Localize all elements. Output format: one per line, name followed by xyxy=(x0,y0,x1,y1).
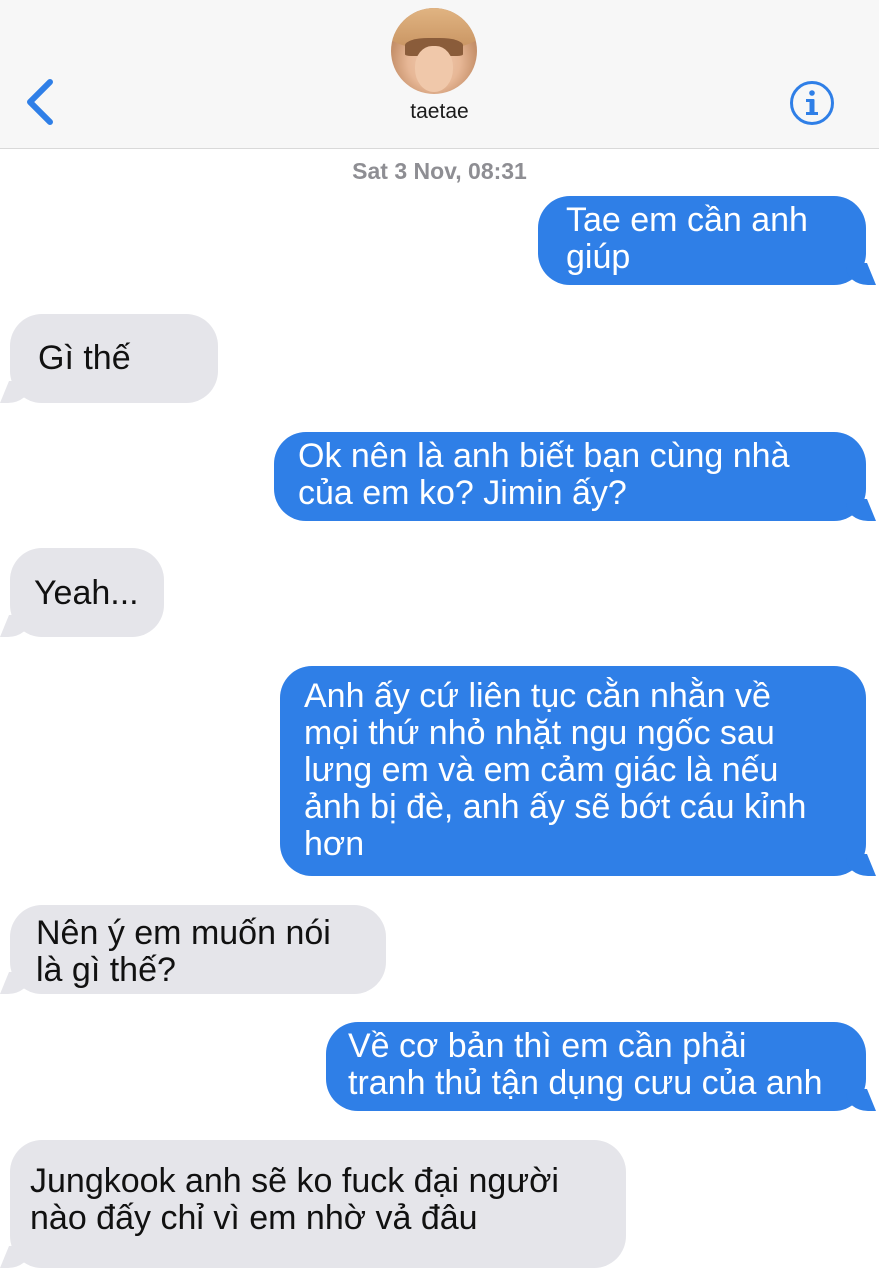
message-bubble-sent[interactable]: Về cơ bản thì em cần phải tranh thủ tận … xyxy=(326,1022,866,1111)
info-icon[interactable] xyxy=(789,80,835,126)
conversation-header: taetae xyxy=(0,0,879,149)
message-bubble-sent[interactable]: Anh ấy cứ liên tục cằn nhằn về mọi thứ n… xyxy=(280,666,866,876)
contact-name[interactable]: taetae xyxy=(0,100,879,124)
contact-avatar[interactable] xyxy=(391,8,477,94)
conversation-timestamp: Sat 3 Nov, 08:31 xyxy=(352,158,527,184)
message-bubble-received[interactable]: Gì thế xyxy=(10,314,218,403)
message-bubble-received[interactable]: Yeah... xyxy=(10,548,164,637)
message-bubble-received[interactable]: Jungkook anh sẽ ko fuck đại người nào đấ… xyxy=(10,1140,626,1268)
message-bubble-received[interactable]: Nên ý em muốn nói là gì thế? xyxy=(10,905,386,994)
message-bubble-sent[interactable]: Ok nên là anh biết bạn cùng nhà của em k… xyxy=(274,432,866,521)
message-bubble-sent[interactable]: Tae em cần anh giúp xyxy=(538,196,866,285)
avatar-face xyxy=(415,46,453,92)
